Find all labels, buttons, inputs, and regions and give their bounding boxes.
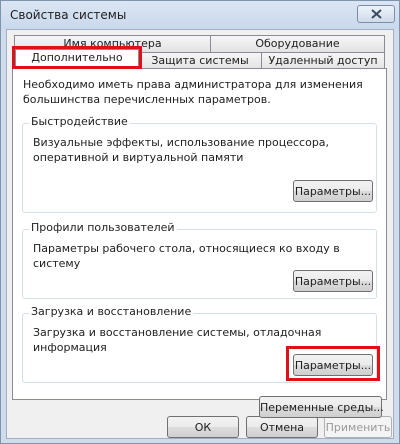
user-profiles-settings-button[interactable]: Параметры... (293, 270, 373, 292)
dialog-client-area: Имя компьютера Оборудование Дополнительн… (6, 29, 394, 439)
tab-hardware-label: Оборудование (255, 37, 340, 50)
tab-remote[interactable]: Удаленный доступ (261, 52, 385, 69)
ok-button[interactable]: ОК (167, 416, 239, 438)
startup-recovery-group: Загрузка и восстановление Загрузка и вос… (22, 305, 377, 383)
user-profiles-group: Профили пользователей Параметры рабочего… (22, 221, 377, 299)
performance-group: Быстродействие Визуальные эффекты, испол… (22, 115, 377, 213)
advanced-tab-page: Необходимо иметь права администратора дл… (12, 68, 387, 418)
performance-title: Быстродействие (29, 115, 130, 129)
cancel-button[interactable]: Отмена (246, 416, 318, 438)
startup-recovery-title: Загрузка и восстановление (29, 305, 194, 319)
tab-remote-label: Удаленный доступ (268, 54, 378, 67)
tab-system-protection[interactable]: Защита системы (138, 52, 262, 69)
environment-variables-button[interactable]: Переменные среды... (259, 396, 384, 418)
apply-button[interactable]: Применить (324, 416, 392, 438)
close-button[interactable] (357, 5, 395, 23)
startup-recovery-settings-button[interactable]: Параметры... (293, 354, 373, 376)
close-icon (371, 9, 382, 19)
tab-advanced[interactable]: Дополнительно (15, 49, 139, 69)
tab-hardware[interactable]: Оборудование (210, 35, 385, 52)
user-profiles-description: Параметры рабочего стола, относящиеся ко… (33, 242, 340, 270)
title-bar[interactable]: Свойства системы (1, 1, 399, 29)
performance-description: Визуальные эффекты, использование процес… (33, 136, 330, 164)
tab-advanced-label: Дополнительно (31, 51, 123, 64)
startup-recovery-description: Загрузка и восстановление системы, отлад… (33, 326, 322, 354)
window-title: Свойства системы (10, 8, 127, 22)
user-profiles-title: Профили пользователей (29, 221, 177, 235)
admin-rights-notice: Необходимо иметь права администратора дл… (23, 78, 363, 106)
system-properties-window: Свойства системы Имя компьютера Оборудов… (0, 0, 400, 444)
performance-settings-button[interactable]: Параметры... (293, 180, 373, 202)
tab-system-protection-label: Защита системы (151, 54, 249, 67)
